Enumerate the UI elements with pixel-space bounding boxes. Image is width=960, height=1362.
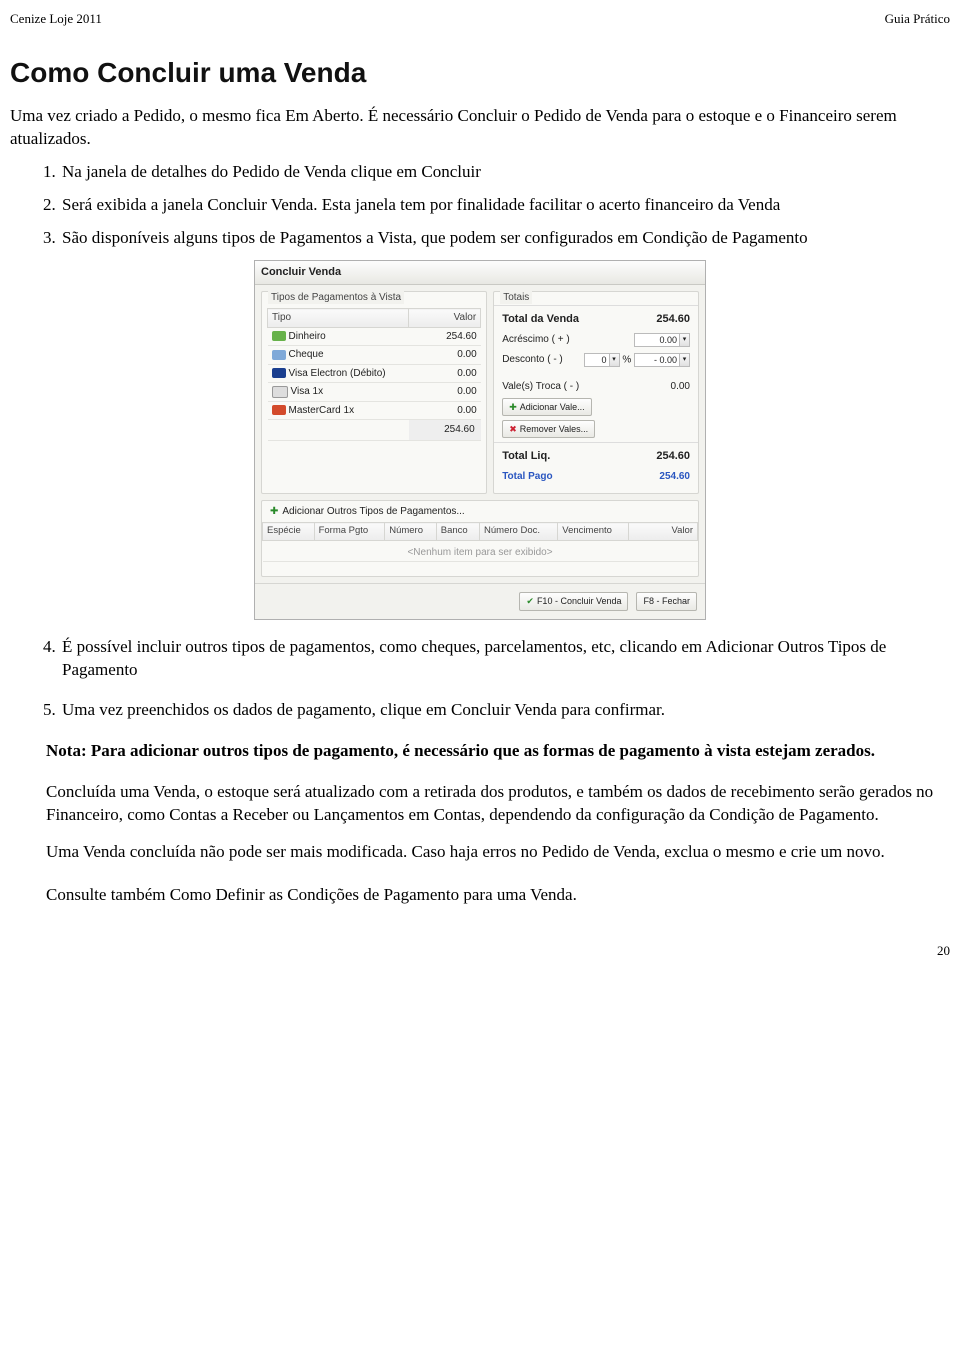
col-tipo[interactable]: Tipo	[268, 309, 409, 328]
btn-label: Adicionar Vale...	[520, 402, 585, 412]
btn-label: Remover Vales...	[520, 424, 588, 434]
desconto-pct-input[interactable]: 0	[584, 353, 610, 367]
visa-debit-icon	[272, 368, 286, 378]
tipos-pagamento-panel: Tipos de Pagamentos à Vista Tipo Valor D…	[261, 291, 487, 494]
steps-list-b: É possível incluir outros tipos de pagam…	[10, 636, 950, 723]
dropdown-icon[interactable]: ▾	[610, 353, 620, 367]
empty-placeholder: <Nenhum item para ser exibido>	[263, 540, 698, 562]
pagamento-name: Visa 1x	[291, 386, 324, 397]
btn-label: F10 - Concluir Venda	[537, 596, 622, 606]
steps-list-a: Na janela de detalhes do Pedido de Venda…	[10, 161, 950, 250]
outros-pagamentos-panel: ✚ Adicionar Outros Tipos de Pagamentos...…	[261, 500, 699, 578]
plus-icon: ✚	[270, 506, 278, 517]
col-header[interactable]: Valor	[629, 523, 698, 541]
pagamento-value: 0.00	[409, 346, 481, 365]
pagamento-value: 0.00	[409, 364, 481, 383]
total-pago-value: 254.60	[630, 470, 690, 484]
money-icon	[272, 331, 286, 341]
concluir-venda-dialog: Concluir Venda Tipos de Pagamentos à Vis…	[254, 260, 706, 620]
step-item: Uma vez preenchidos os dados de pagament…	[60, 699, 950, 722]
body-paragraph: Uma Venda concluída não pode ser mais mo…	[46, 841, 950, 864]
acrescimo-label: Acréscimo ( + )	[502, 333, 570, 347]
panel-label: Tipos de Pagamentos à Vista	[268, 291, 404, 305]
cheque-icon	[272, 350, 286, 360]
step-item: São disponíveis alguns tipos de Pagament…	[60, 227, 950, 250]
plus-icon: ✚	[509, 402, 517, 412]
col-header[interactable]: Forma Pgto	[314, 523, 385, 541]
outros-pagamentos-table: EspécieForma PgtoNúmeroBancoNúmero Doc.V…	[262, 522, 698, 576]
table-row[interactable]: Dinheiro 254.60	[268, 327, 481, 346]
total-liq-label: Total Liq.	[502, 449, 550, 464]
intro-paragraph: Uma vez criado a Pedido, o mesmo fica Em…	[10, 105, 950, 151]
pagamento-name: Visa Electron (Débito)	[289, 368, 386, 379]
table-row[interactable]: MasterCard 1x 0.00	[268, 401, 481, 420]
page-title: Como Concluir uma Venda	[10, 54, 950, 92]
note-paragraph: Nota: Para adicionar outros tipos de pag…	[46, 740, 950, 763]
table-row[interactable]: Visa Electron (Débito) 0.00	[268, 364, 481, 383]
mastercard-icon	[272, 405, 286, 415]
table-row[interactable]: Cheque 0.00	[268, 346, 481, 365]
dropdown-icon[interactable]: ▾	[680, 333, 690, 347]
step-item: Na janela de detalhes do Pedido de Venda…	[60, 161, 950, 184]
pagamentos-table: Tipo Valor Dinheiro254.60Cheque0.00Visa …	[267, 308, 481, 441]
header-left: Cenize Loje 2011	[10, 10, 102, 28]
col-valor[interactable]: Valor	[409, 309, 481, 328]
col-header[interactable]: Número Doc.	[480, 523, 558, 541]
totais-panel: Totais Total da Venda 254.60 Acréscimo (…	[493, 291, 699, 494]
desconto-label: Desconto ( - )	[502, 353, 563, 367]
vales-label: Vale(s) Troca ( - )	[502, 380, 579, 394]
step-item: Será exibida a janela Concluir Venda. Es…	[60, 194, 950, 217]
col-header[interactable]: Banco	[436, 523, 479, 541]
pagamento-value: 0.00	[409, 401, 481, 420]
dropdown-icon[interactable]: ▾	[680, 353, 690, 367]
col-header[interactable]: Espécie	[263, 523, 315, 541]
col-header[interactable]: Número	[385, 523, 437, 541]
acrescimo-input[interactable]: 0.00	[634, 333, 680, 347]
panel-label: Totais	[500, 291, 532, 305]
total-venda-label: Total da Venda	[502, 312, 579, 327]
header-right: Guia Prático	[885, 10, 950, 28]
concluir-venda-button[interactable]: ✔F10 - Concluir Venda	[519, 592, 628, 610]
table-row[interactable]: Visa 1x 0.00	[268, 383, 481, 402]
col-header[interactable]: Vencimento	[558, 523, 629, 541]
pagamento-name: MasterCard 1x	[289, 405, 355, 416]
total-pago-label: Total Pago	[502, 470, 552, 484]
dialog-title: Concluir Venda	[255, 261, 705, 285]
pagamentos-total: 254.60	[409, 420, 481, 441]
vales-value: 0.00	[630, 380, 690, 394]
remover-vales-button[interactable]: ✖Remover Vales...	[502, 420, 595, 438]
body-paragraph: Concluída uma Venda, o estoque será atua…	[46, 781, 950, 827]
fechar-button[interactable]: F8 - Fechar	[636, 592, 697, 610]
pagamento-value: 254.60	[409, 327, 481, 346]
visa-1x-icon	[272, 386, 288, 398]
desconto-input[interactable]: - 0.00	[634, 353, 680, 367]
x-icon: ✖	[509, 424, 517, 434]
pagamento-name: Cheque	[289, 349, 324, 360]
pct-unit: %	[622, 355, 631, 366]
see-also: Consulte também Como Definir as Condiçõe…	[46, 884, 950, 907]
total-venda-value: 254.60	[630, 312, 690, 327]
adicionar-outros-pagamentos-link[interactable]: ✚ Adicionar Outros Tipos de Pagamentos...	[262, 501, 698, 523]
pagamento-name: Dinheiro	[289, 331, 326, 342]
page-number: 20	[10, 942, 950, 960]
pagamento-value: 0.00	[409, 383, 481, 402]
adicionar-vale-button[interactable]: ✚Adicionar Vale...	[502, 398, 591, 416]
check-icon: ✔	[526, 596, 534, 606]
step-item: É possível incluir outros tipos de pagam…	[60, 636, 950, 682]
link-label: Adicionar Outros Tipos de Pagamentos...	[282, 506, 464, 517]
total-liq-value: 254.60	[630, 449, 690, 464]
